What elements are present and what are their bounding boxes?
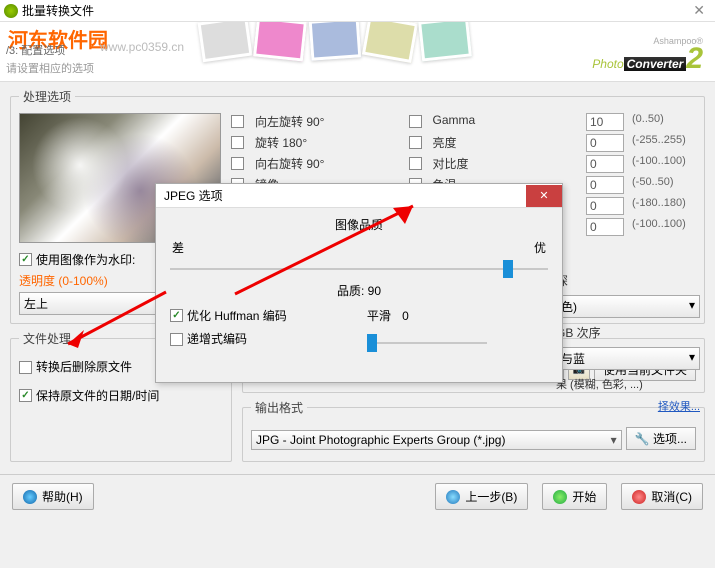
dialog-title: JPEG 选项 <box>164 187 223 204</box>
checkbox-delete-original[interactable] <box>19 361 32 374</box>
checkbox-contrast[interactable] <box>409 157 422 170</box>
checkbox-rotate-right[interactable] <box>231 157 244 170</box>
chevron-down-icon: ▾ <box>611 433 617 447</box>
rgb-order-combo[interactable]: 与蓝▾ <box>556 347 700 370</box>
checkbox-rotate-180[interactable] <box>231 136 244 149</box>
checkbox-brightness[interactable] <box>409 136 422 149</box>
play-icon <box>553 490 567 504</box>
close-icon[interactable]: ✕ <box>687 2 711 19</box>
right-partial-panel: 深 色)▾ GB 次序 与蓝▾ 果 (模糊, 色彩, ...) 择效果... <box>556 272 700 414</box>
start-button[interactable]: 开始 <box>542 483 607 510</box>
format-options-button[interactable]: 🔧 选项... <box>626 427 696 450</box>
gamma-value[interactable]: 10 <box>586 113 624 131</box>
wizard-step-label: /3: 配置选项 <box>6 42 65 58</box>
checkbox-keep-date[interactable]: ✓ <box>19 389 32 402</box>
temperature-value[interactable]: 0 <box>586 176 624 194</box>
quality-heading: 图像品质 <box>170 216 548 233</box>
checkbox-gamma[interactable] <box>409 115 422 128</box>
processing-legend: 处理选项 <box>19 88 75 105</box>
app-icon <box>4 4 18 18</box>
cancel-button[interactable]: 取消(C) <box>621 483 703 510</box>
wizard-buttons: 帮助(H) 上一步(B) 开始 取消(C) <box>0 474 715 518</box>
watermark-label: 使用图像作为水印: <box>36 251 135 268</box>
checkbox-progressive[interactable] <box>170 333 183 346</box>
checkbox-watermark[interactable]: ✓ <box>19 253 32 266</box>
quality-value: 品质: 90 <box>170 282 548 299</box>
effects-link[interactable]: 择效果... <box>556 398 700 414</box>
checkbox-rotate-left[interactable] <box>231 115 244 128</box>
smooth-slider[interactable] <box>367 332 487 354</box>
wizard-header: 河东软件园 /3: 配置选项 www.pc0359.cn 请设置相应的选项 As… <box>0 22 715 82</box>
output-format-combo[interactable]: JPG - Joint Photographic Experts Group (… <box>251 430 622 450</box>
back-button[interactable]: 上一步(B) <box>435 483 528 510</box>
depth-combo[interactable]: 色)▾ <box>556 295 700 318</box>
jpeg-options-dialog: JPEG 选项 ✕ 图像品质 差优 品质: 90 ✓优化 Huffman 编码 … <box>155 183 563 383</box>
cancel-icon <box>632 490 646 504</box>
outfmt-legend: 输出格式 <box>251 399 307 416</box>
quality-slider[interactable] <box>170 258 548 280</box>
brightness-value[interactable]: 0 <box>586 134 624 152</box>
file-legend: 文件处理 <box>19 330 75 347</box>
brand-logo: Ashampoo® PhotoConverter2 <box>592 36 703 76</box>
header-photos <box>200 22 470 59</box>
help-icon <box>23 490 37 504</box>
hidden2-value[interactable]: 0 <box>586 218 624 236</box>
help-button[interactable]: 帮助(H) <box>12 483 94 510</box>
contrast-value[interactable]: 0 <box>586 155 624 173</box>
window-title: 批量转换文件 <box>22 2 94 19</box>
dialog-close-button[interactable]: ✕ <box>526 185 562 207</box>
arrow-left-icon <box>446 490 460 504</box>
checkbox-huffman[interactable]: ✓ <box>170 309 183 322</box>
hidden1-value[interactable]: 0 <box>586 197 624 215</box>
dialog-titlebar: JPEG 选项 ✕ <box>156 184 562 208</box>
titlebar: 批量转换文件 ✕ <box>0 0 715 22</box>
site-overlay-url: www.pc0359.cn <box>100 40 184 54</box>
wizard-hint: 请设置相应的选项 <box>6 60 94 76</box>
